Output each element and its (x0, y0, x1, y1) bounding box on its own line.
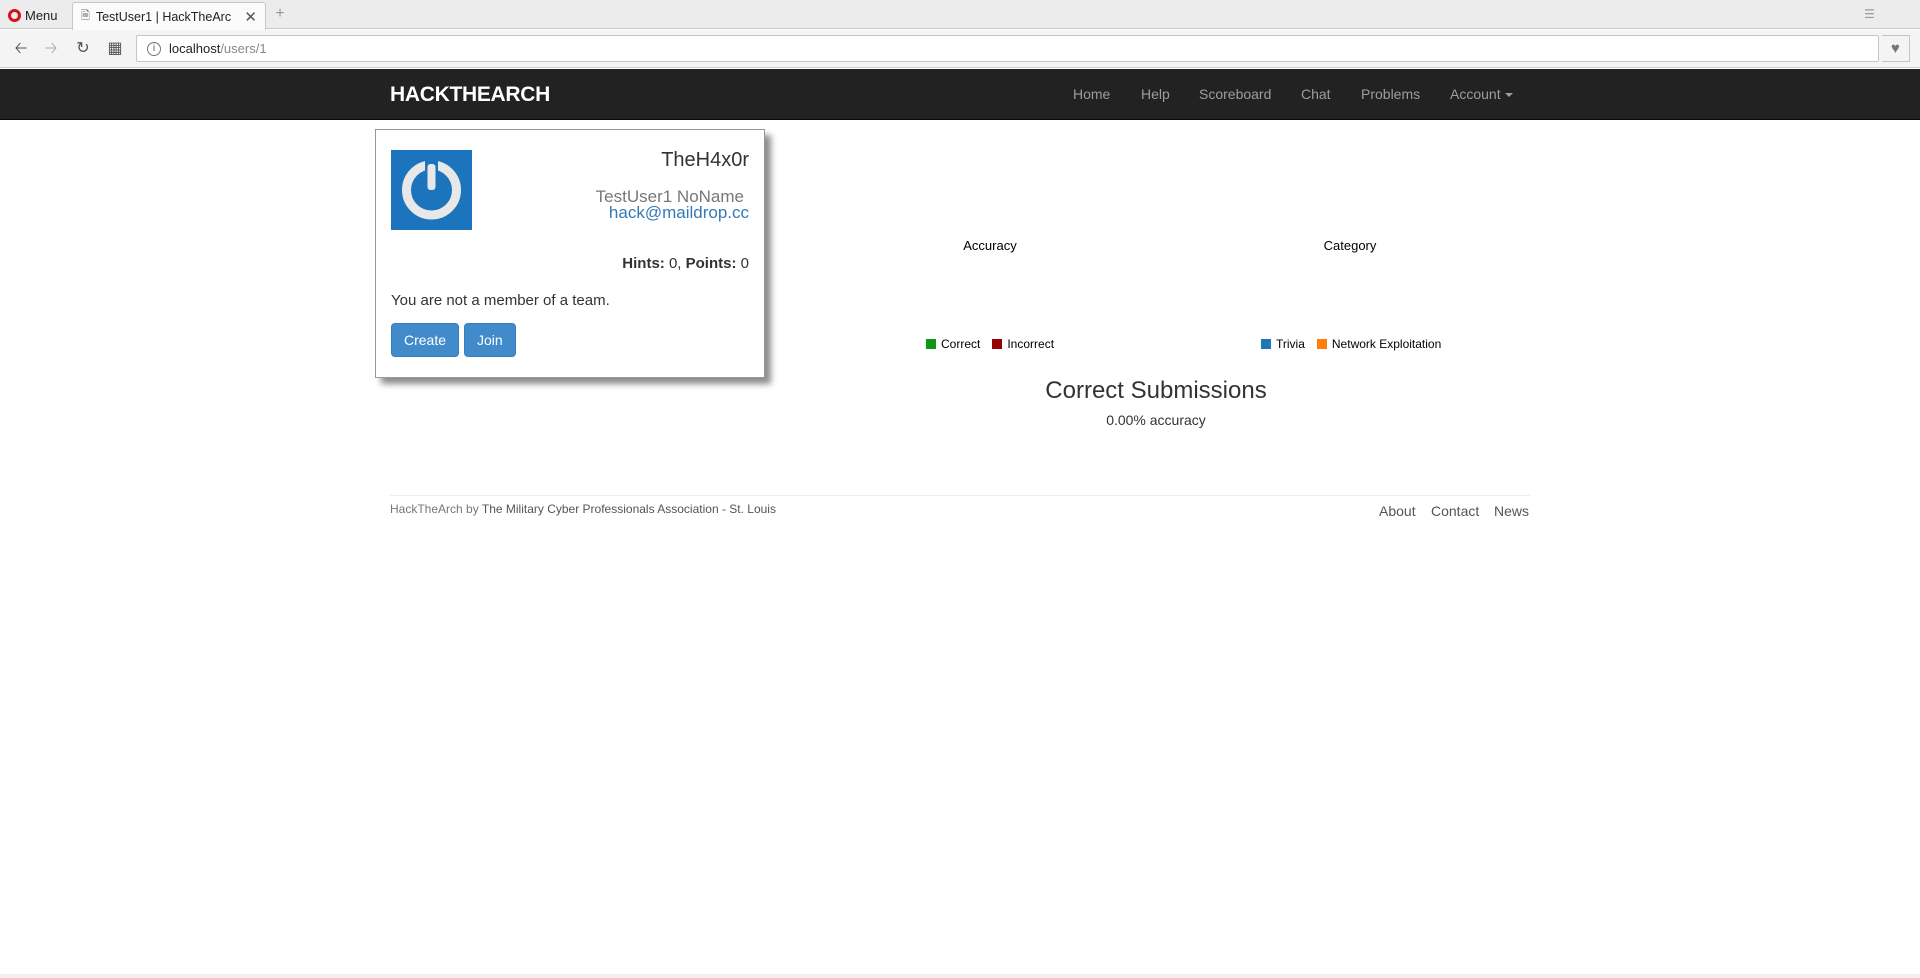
nav-problems[interactable]: Problems (1361, 86, 1420, 102)
nav-account-label: Account (1450, 86, 1501, 102)
legend-item-network-exploitation: Network Exploitation (1316, 337, 1442, 351)
points-label: Points: (685, 255, 737, 272)
points-value: 0 (740, 255, 749, 272)
footer-divider (390, 495, 1530, 496)
legend-swatch-trivia (1261, 339, 1271, 349)
url-path: /users/1 (220, 41, 267, 56)
browser-tab-active[interactable]: 🗎 TestUser1 | HackTheArc ✕ (72, 2, 266, 30)
site-info-icon[interactable]: i (147, 41, 161, 56)
profile-email-link[interactable]: hack@maildrop.cc (609, 203, 749, 223)
speed-dial-icon[interactable]: ▦ (106, 40, 124, 58)
nav-chat[interactable]: Chat (1301, 86, 1331, 102)
reload-icon[interactable]: ↻ (74, 40, 92, 58)
back-icon[interactable]: 🡠 (12, 40, 30, 58)
browser-address-bar: 🡠 🡢 ↻ ▦ i localhost/users/1 ♥ (0, 30, 1920, 68)
legend-swatch-incorrect (992, 339, 1003, 349)
accuracy-legend: Correct Incorrect (926, 337, 1054, 351)
url-host: localhost (169, 41, 221, 56)
caret-down-icon (1504, 93, 1513, 98)
correct-submissions-title: Correct Submissions (1045, 377, 1267, 404)
category-legend: Trivia Network Exploitation (1261, 337, 1441, 351)
hints-value: 0 (668, 255, 678, 272)
create-team-button[interactable]: Create (391, 323, 460, 357)
category-chart-title: Category (1323, 238, 1377, 253)
tab-menu-icon[interactable]: ☰ (1864, 7, 1880, 21)
legend-label-incorrect: Incorrect (1007, 337, 1055, 351)
legend-label-network-exploitation: Network Exploitation (1331, 337, 1442, 351)
site-navbar: HACKTHEARCH Home Help Scoreboard Chat Pr… (0, 69, 1920, 120)
forward-icon[interactable]: 🡢 (42, 40, 60, 58)
profile-username: TheH4x0r (661, 149, 749, 171)
footer-org-link[interactable]: The Military Cyber Professionals Associa… (482, 502, 776, 516)
nav-scoreboard[interactable]: Scoreboard (1199, 86, 1271, 102)
footer-by: by (466, 502, 479, 516)
nav-account-dropdown[interactable]: Account (1450, 86, 1513, 102)
opera-logo-icon (8, 8, 21, 22)
bottom-strip (0, 974, 1920, 978)
legend-item-incorrect: Incorrect (992, 337, 1054, 351)
profile-stats: Hints: 0, Points: 0 (622, 255, 749, 272)
tab-title: TestUser1 | HackTheArc (95, 9, 232, 24)
nav-links: Home Help Scoreboard Chat Problems Accou… (0, 69, 1920, 119)
new-tab-icon[interactable]: + (272, 6, 288, 22)
browser-tabbar: Menu 🗎 TestUser1 | HackTheArc ✕ + ☰ (0, 0, 1920, 30)
nav-help[interactable]: Help (1141, 86, 1170, 102)
profile-card: TheH4x0r TestUser1 NoName hack@maildrop.… (375, 129, 765, 378)
join-team-button[interactable]: Join (464, 323, 516, 357)
legend-label-trivia: Trivia (1276, 337, 1305, 351)
legend-swatch-correct (926, 339, 936, 349)
nav-home[interactable]: Home (1073, 86, 1110, 102)
team-status-message: You are not a member of a team. (391, 292, 610, 309)
bookmark-heart-icon[interactable]: ♥ (1882, 35, 1910, 62)
accuracy-chart-title: Accuracy (963, 238, 1017, 253)
legend-swatch-network-exploitation (1316, 339, 1327, 349)
hints-label: Hints: (622, 255, 665, 272)
page-icon: 🗎 (81, 10, 90, 22)
tab-close-icon[interactable]: ✕ (244, 8, 257, 26)
browser-menu-label: Menu (25, 7, 58, 23)
legend-item-trivia: Trivia (1261, 337, 1305, 351)
footer-about-link[interactable]: About (1379, 503, 1416, 519)
avatar (391, 150, 472, 230)
power-icon (402, 160, 461, 220)
legend-item-correct: Correct (926, 337, 980, 351)
browser-menu-button[interactable]: Menu (8, 7, 58, 23)
footer-contact-link[interactable]: Contact (1431, 503, 1479, 519)
legend-label-correct: Correct (941, 337, 981, 351)
url-input[interactable]: i localhost/users/1 (136, 35, 1879, 62)
accuracy-percentage: 0.00% accuracy (1106, 412, 1206, 428)
footer-credits: HackTheArch by The Military Cyber Profes… (390, 502, 776, 516)
footer-news-link[interactable]: News (1494, 503, 1529, 519)
footer-site-name[interactable]: HackTheArch (390, 502, 463, 516)
